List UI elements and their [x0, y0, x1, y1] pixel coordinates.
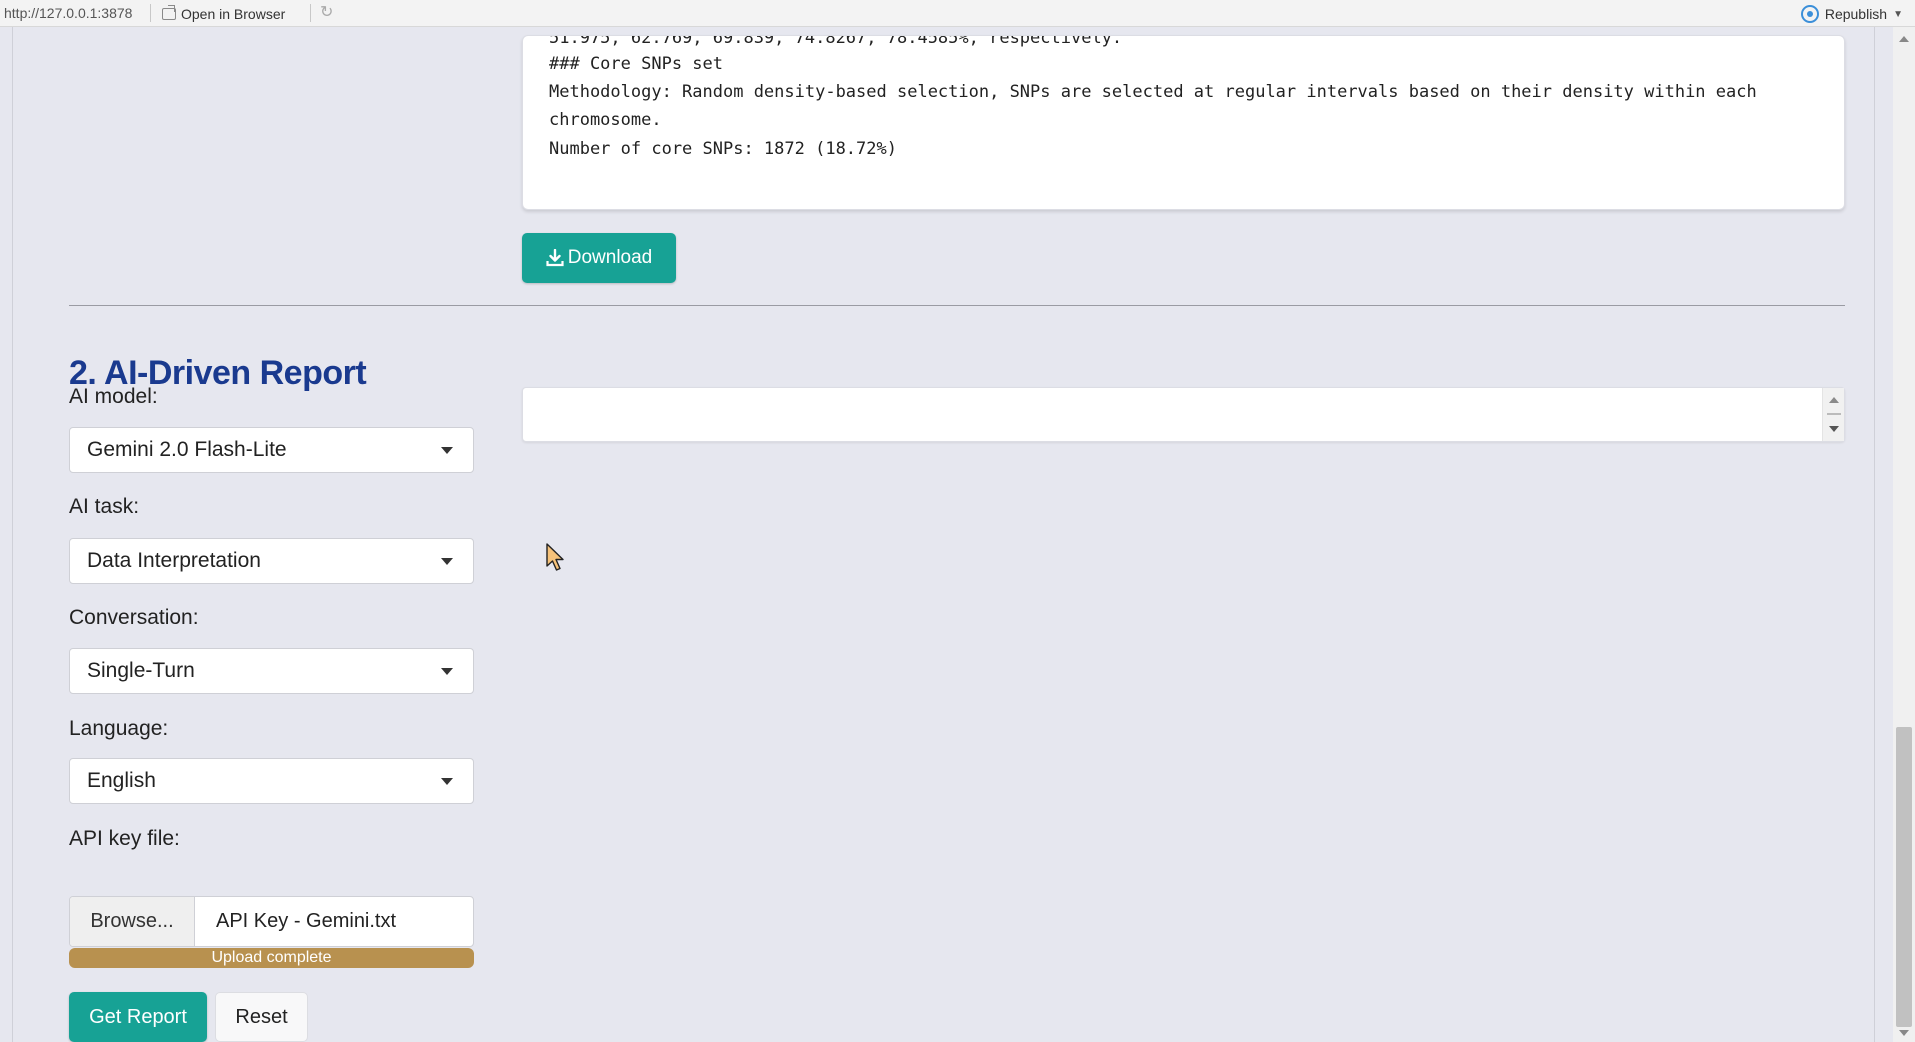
get-report-button[interactable]: Get Report: [69, 992, 207, 1042]
refresh-icon[interactable]: ↻: [320, 4, 338, 22]
ai-task-label: AI task:: [69, 495, 140, 518]
output-line: Number of core SNPs: 1872 (18.72%): [549, 139, 897, 159]
toolbar-divider: [150, 4, 151, 22]
output-scrollbar[interactable]: [1822, 388, 1844, 441]
download-button[interactable]: Download: [522, 233, 676, 283]
open-in-browser-label: Open in Browser: [181, 6, 286, 22]
output-line: 51.975, 62.769, 69.839, 74.8267, 78.4585…: [549, 35, 1123, 48]
scroll-thumb[interactable]: [1827, 413, 1841, 415]
reset-button[interactable]: Reset: [215, 992, 308, 1042]
viewer-toolbar: http://127.0.0.1:3878 Open in Browser ↻ …: [0, 0, 1915, 27]
scroll-thumb[interactable]: [1896, 727, 1912, 1027]
upload-progress-fill: Upload complete: [69, 948, 474, 968]
page-content: 51.975, 62.769, 69.839, 74.8267, 78.4585…: [12, 27, 1875, 1042]
download-icon: [546, 249, 564, 267]
external-link-icon: [162, 5, 176, 20]
language-label: Language:: [69, 717, 169, 740]
output-line: ### Core SNPs set: [549, 54, 723, 74]
conversation-select[interactable]: Single-Turn: [69, 648, 474, 694]
file-name-field[interactable]: API Key - Gemini.txt: [195, 897, 473, 946]
conversation-value: Single-Turn: [87, 659, 195, 682]
upload-progress-bar: Upload complete: [69, 948, 474, 968]
mouse-cursor-icon: [546, 543, 564, 571]
language-value: English: [87, 769, 156, 792]
download-label: Download: [567, 247, 653, 268]
chevron-down-icon: [441, 447, 453, 454]
chevron-down-icon[interactable]: ▼: [1893, 9, 1903, 20]
conversation-label: Conversation:: [69, 606, 199, 629]
scroll-up-icon[interactable]: [1899, 36, 1909, 42]
section-divider: [69, 305, 1845, 306]
output-line: chromosome.: [549, 110, 662, 130]
republish-label: Republish: [1824, 6, 1888, 22]
ai-task-value: Data Interpretation: [87, 549, 261, 572]
output-line: Methodology: Random density-based select…: [549, 82, 1757, 102]
republish-button[interactable]: Republish ▼: [1800, 3, 1903, 25]
language-select[interactable]: English: [69, 758, 474, 804]
ai-model-value: Gemini 2.0 Flash-Lite: [87, 438, 287, 461]
chevron-down-icon: [441, 668, 453, 675]
scroll-down-icon[interactable]: [1829, 426, 1839, 432]
toolbar-divider: [310, 4, 311, 22]
api-key-file-input[interactable]: Browse... API Key - Gemini.txt: [69, 896, 474, 947]
browse-button[interactable]: Browse...: [70, 897, 195, 946]
page-scrollbar[interactable]: [1893, 27, 1915, 1042]
republish-icon: [1800, 5, 1819, 23]
chevron-down-icon: [441, 558, 453, 565]
chevron-down-icon: [441, 778, 453, 785]
scroll-up-icon[interactable]: [1829, 397, 1839, 403]
url-text: http://127.0.0.1:3878: [4, 5, 133, 21]
ai-model-select[interactable]: Gemini 2.0 Flash-Lite: [69, 427, 474, 473]
scroll-down-icon[interactable]: [1899, 1030, 1909, 1036]
report-output-box[interactable]: [522, 387, 1845, 442]
open-in-browser-button[interactable]: Open in Browser: [162, 3, 285, 25]
analysis-output-box: 51.975, 62.769, 69.839, 74.8267, 78.4585…: [522, 35, 1845, 210]
ai-model-label: AI model:: [69, 385, 158, 408]
ai-task-select[interactable]: Data Interpretation: [69, 538, 474, 584]
api-key-label: API key file:: [69, 827, 180, 850]
